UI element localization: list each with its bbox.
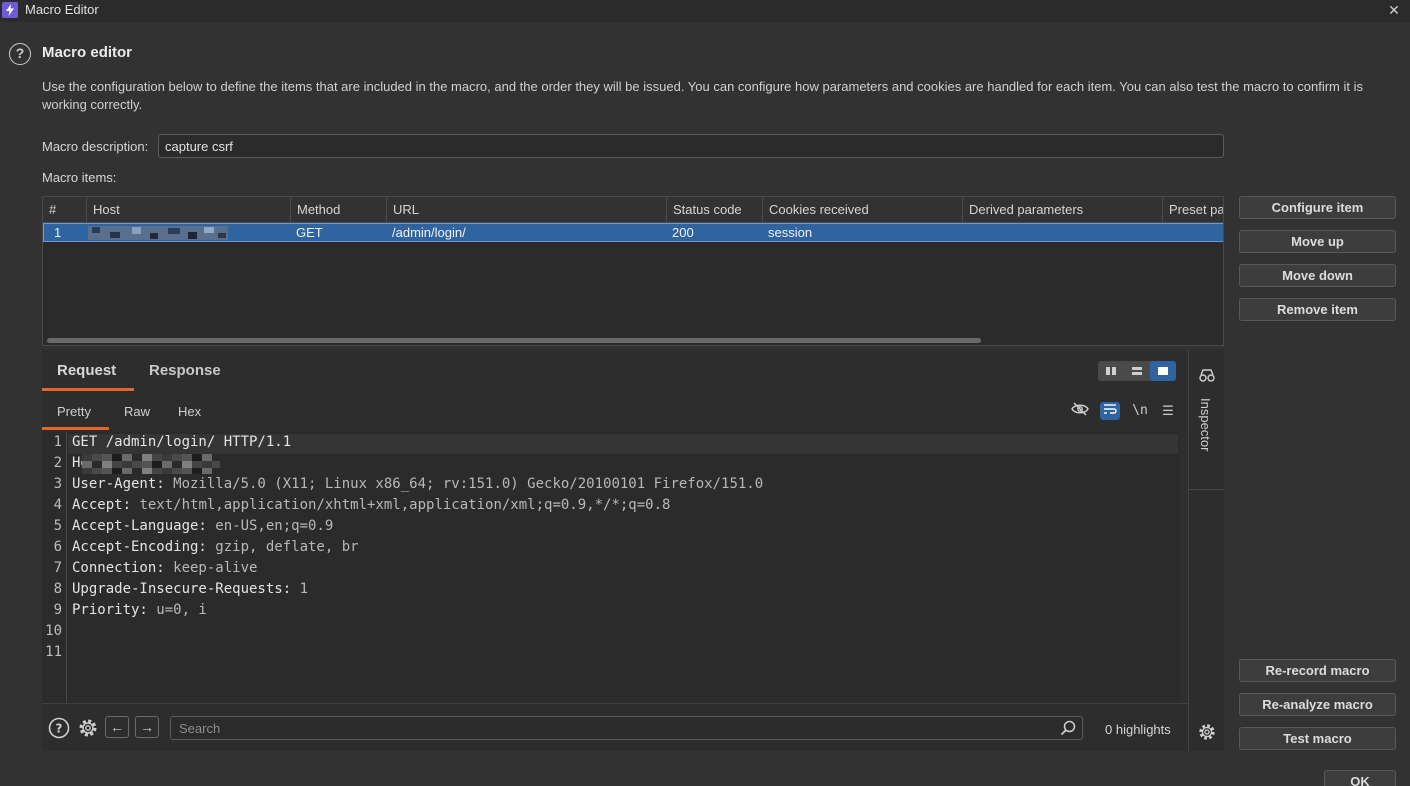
column-header-status-code[interactable]: Status code (667, 197, 763, 223)
move-up-button[interactable]: Move up (1239, 230, 1396, 253)
next-arrow-icon[interactable]: → (135, 716, 159, 738)
inspector-panel: Inspector (1188, 350, 1225, 751)
macro-items-table: # Host Method URL Status code Cookies re… (42, 196, 1224, 346)
split-horizontal-icon[interactable] (1124, 361, 1150, 381)
hide-nonprintable-icon[interactable] (1070, 402, 1090, 420)
code-line: Accept-Language: en-US,en;q=0.9 (72, 518, 334, 534)
row-method: GET (296, 225, 323, 240)
highlights-count: 0 highlights (1105, 722, 1171, 737)
layout-toggle-group (1098, 361, 1176, 381)
subtab-hex[interactable]: Hex (178, 404, 201, 419)
line-number: 11 (45, 644, 62, 660)
line-number: 4 (53, 497, 62, 513)
macro-description-label: Macro description: (42, 139, 149, 154)
code-line: Accept: text/html,application/xhtml+xml,… (72, 497, 671, 513)
remove-item-button[interactable]: Remove item (1239, 298, 1396, 321)
column-header-preset-parameters[interactable]: Preset pa (1163, 197, 1223, 223)
code-line: User-Agent: Mozilla/5.0 (X11; Linux x86_… (72, 476, 764, 492)
horizontal-scrollbar[interactable] (47, 338, 981, 343)
vertical-scrollbar[interactable] (1180, 432, 1188, 703)
line-number: 9 (53, 602, 62, 618)
window-title: Macro Editor (25, 2, 99, 17)
single-pane-icon[interactable] (1150, 361, 1176, 381)
ok-button[interactable]: OK (1324, 770, 1396, 786)
code-line: Priority: u=0, i (72, 602, 207, 618)
row-url: /admin/login/ (392, 225, 466, 240)
newline-toggle-icon[interactable]: \n (1130, 402, 1150, 420)
close-icon[interactable]: ✕ (1386, 0, 1402, 20)
line-number: 6 (53, 539, 62, 555)
line-number: 10 (45, 623, 62, 639)
table-row[interactable]: 1 GET /admin/login/ 200 session (43, 223, 1223, 242)
column-header-method[interactable]: Method (291, 197, 387, 223)
menu-icon[interactable]: ☰ (1158, 402, 1178, 420)
inspector-settings-gear-icon[interactable] (1197, 722, 1217, 745)
line-number: 2 (53, 455, 62, 471)
page-title: Macro editor (42, 44, 133, 61)
app-logo-icon (2, 2, 18, 18)
configure-item-button[interactable]: Configure item (1239, 196, 1396, 219)
line-number: 1 (53, 434, 62, 450)
request-response-editor: Request Response Pretty Raw Hex \n ☰ 1 2… (42, 350, 1188, 751)
code-line: GET /admin/login/ HTTP/1.1 (72, 434, 292, 450)
subtab-pretty[interactable]: Pretty (57, 404, 91, 419)
help-icon[interactable]: ? (47, 716, 71, 740)
code-line: Upgrade-Insecure-Requests: 1 (72, 581, 309, 597)
word-wrap-icon[interactable] (1100, 402, 1120, 420)
move-down-button[interactable]: Move down (1239, 264, 1396, 287)
column-header-host[interactable]: Host (87, 197, 291, 223)
inspector-icon[interactable] (1199, 368, 1215, 385)
search-icon[interactable] (1060, 720, 1076, 739)
code-line: Connection: keep-alive (72, 560, 258, 576)
row-host-redacted (88, 224, 238, 241)
editor-bottom-bar: ? ← → 0 highlights (42, 703, 1188, 751)
split-vertical-icon[interactable] (1098, 361, 1124, 381)
tab-response[interactable]: Response (149, 362, 221, 379)
tab-request[interactable]: Request (57, 362, 116, 379)
table-header: # Host Method URL Status code Cookies re… (43, 197, 1223, 223)
test-macro-button[interactable]: Test macro (1239, 727, 1396, 750)
macro-description-input[interactable] (158, 134, 1224, 158)
active-tab-indicator (42, 388, 134, 391)
code-line: Accept-Encoding: gzip, deflate, br (72, 539, 359, 555)
row-cookies-received: session (768, 225, 813, 240)
help-icon[interactable]: ? (9, 43, 31, 65)
active-subtab-indicator (42, 427, 109, 430)
title-bar (0, 0, 1410, 22)
column-header-cookies-received[interactable]: Cookies received (763, 197, 963, 223)
line-number-gutter: 1 2 3 4 5 6 7 8 9 10 11 (42, 432, 67, 703)
redacted-host-value-blur (82, 454, 220, 474)
search-input[interactable] (170, 716, 1083, 740)
line-number: 8 (53, 581, 62, 597)
inspector-tab[interactable]: Inspector (1198, 398, 1213, 451)
request-code-editor[interactable]: 1 2 3 4 5 6 7 8 9 10 11 GET /admin/login… (42, 432, 1188, 703)
re-record-macro-button[interactable]: Re-record macro (1239, 659, 1396, 682)
column-header-url[interactable]: URL (387, 197, 667, 223)
previous-arrow-icon[interactable]: ← (105, 716, 129, 738)
subtab-raw[interactable]: Raw (124, 404, 150, 419)
row-number: 1 (54, 225, 62, 240)
svg-text:?: ? (56, 722, 63, 736)
redacted-host-blur (88, 226, 228, 240)
page-description: Use the configuration below to define th… (42, 79, 1363, 112)
line-number: 3 (53, 476, 62, 492)
divider (1189, 489, 1225, 490)
re-analyze-macro-button[interactable]: Re-analyze macro (1239, 693, 1396, 716)
column-header-number[interactable]: # (43, 197, 87, 223)
macro-items-label: Macro items: (42, 170, 117, 185)
settings-gear-icon[interactable] (76, 716, 100, 740)
line-number: 7 (53, 560, 62, 576)
line-number: 5 (53, 518, 62, 534)
row-status-code: 200 (672, 225, 694, 240)
column-header-derived-parameters[interactable]: Derived parameters (963, 197, 1163, 223)
